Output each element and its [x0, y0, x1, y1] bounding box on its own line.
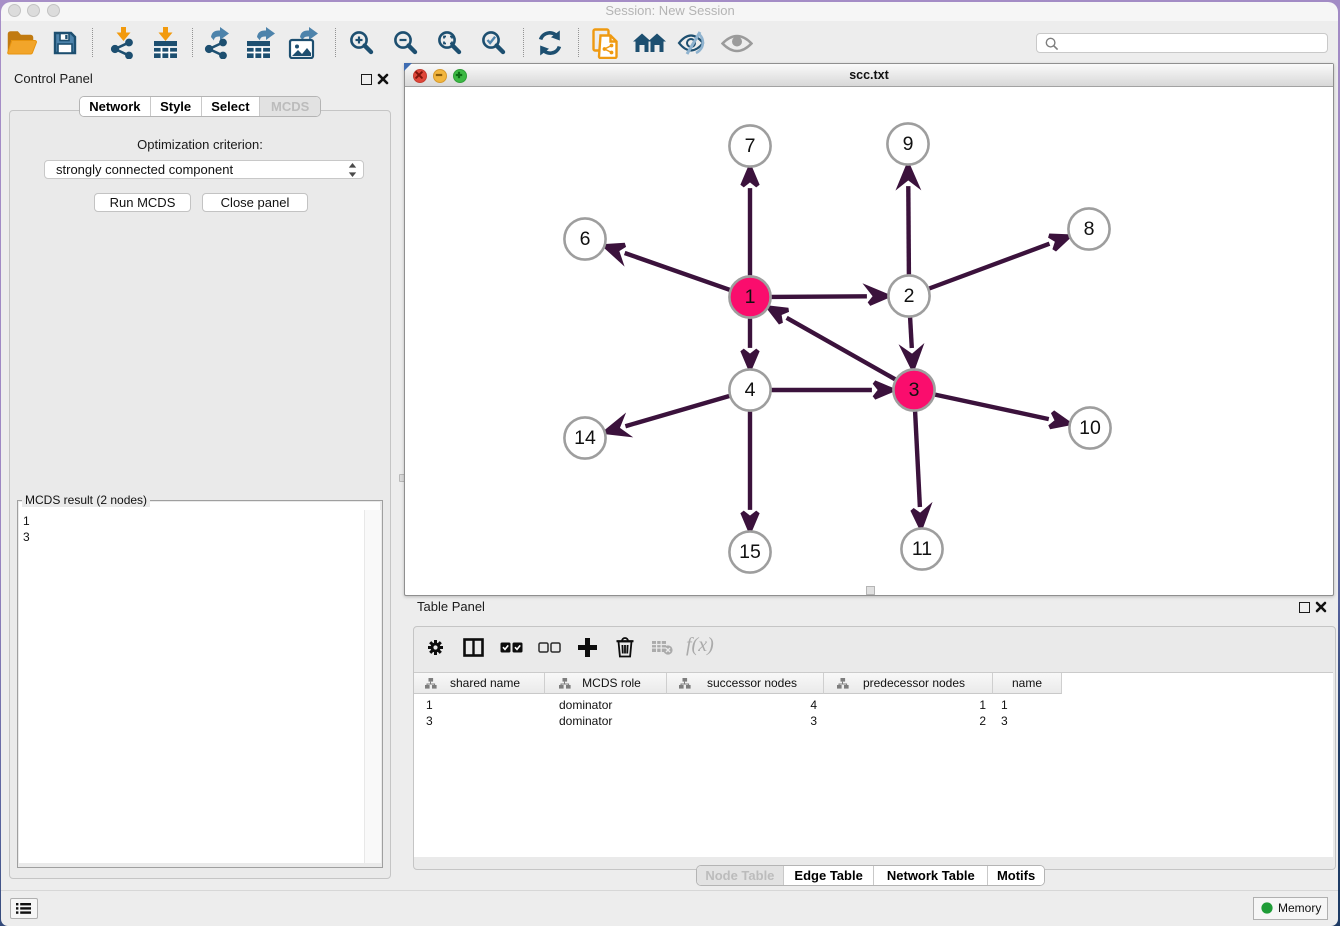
- svg-text:11: 11: [912, 538, 932, 560]
- svg-text:8: 8: [1084, 218, 1095, 240]
- svg-text:10: 10: [1079, 417, 1101, 439]
- svg-text:1: 1: [745, 286, 756, 308]
- svg-text:14: 14: [574, 427, 596, 449]
- svg-text:6: 6: [580, 228, 591, 250]
- svg-text:2: 2: [904, 285, 915, 307]
- svg-text:4: 4: [745, 379, 756, 401]
- svg-text:7: 7: [745, 135, 756, 157]
- svg-text:15: 15: [739, 541, 761, 563]
- svg-text:3: 3: [909, 379, 920, 401]
- svg-text:9: 9: [903, 133, 914, 155]
